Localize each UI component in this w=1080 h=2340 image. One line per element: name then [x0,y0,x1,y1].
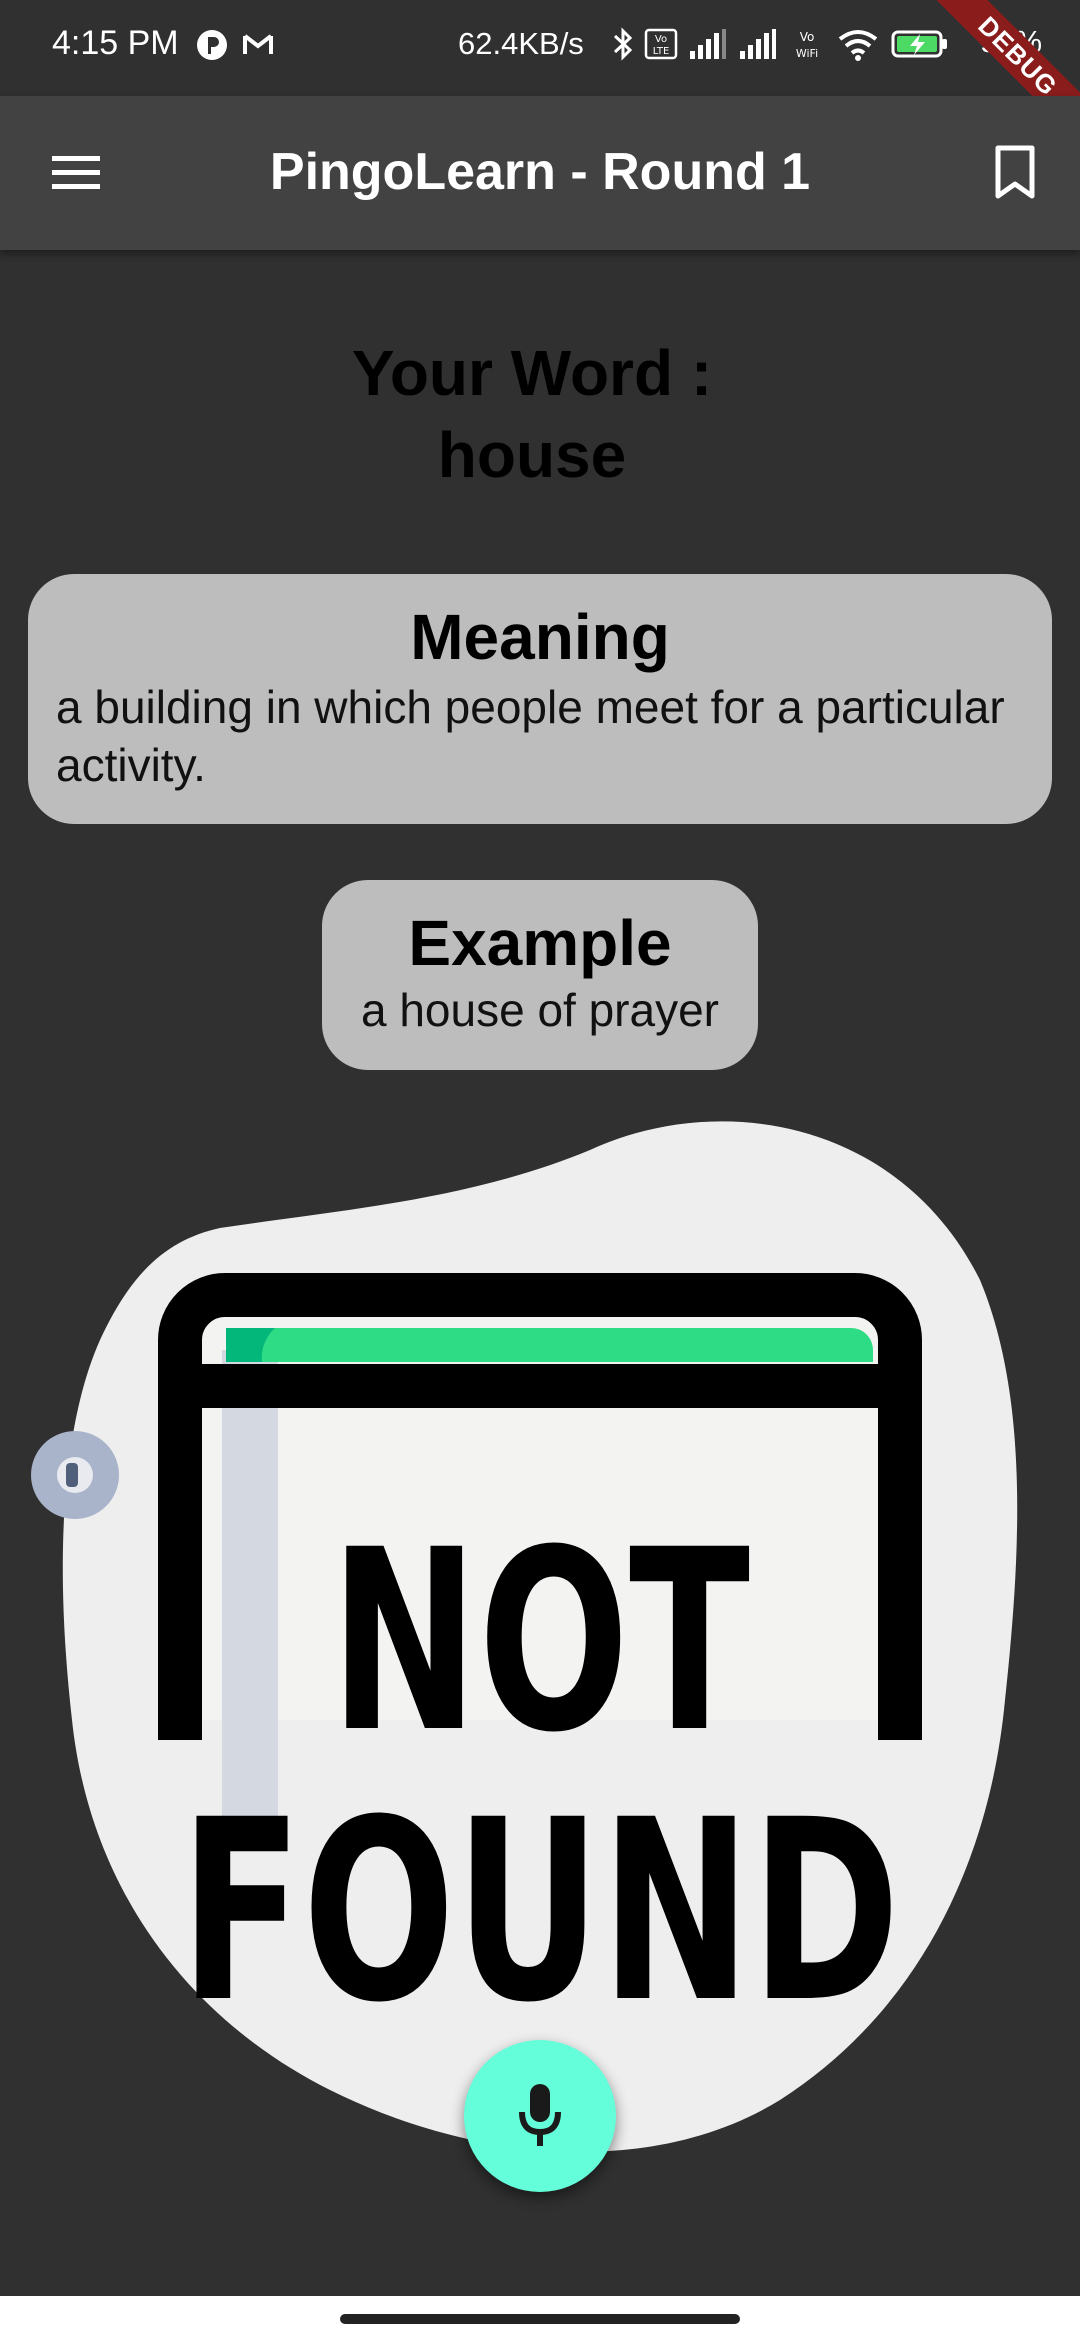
word-heading: Your Word : house [0,332,1064,496]
app-title: PingoLearn - Round 1 [269,143,811,201]
status-notification-icons [195,28,275,62]
home-indicator[interactable] [340,2314,740,2324]
example-title: Example [408,907,672,979]
not-found-line2: FOUND [180,1766,900,2057]
signal-icon [690,29,726,59]
wifi-icon [838,30,878,61]
app-bar: PingoLearn - Round 1 [0,96,1080,250]
not-found-illustration: NOT FOUND [62,1121,1018,2152]
status-time: 4:15 PM [52,24,179,62]
microphone-icon [519,2084,561,2146]
battery-charging-icon [891,30,947,58]
not-found-line1: NOT [330,1496,750,1787]
bluetooth-icon [613,27,633,61]
microphone-button[interactable] [464,2040,616,2192]
navigation-bar [0,2296,1080,2340]
svg-text:WiFi: WiFi [796,47,818,60]
vowifi-icon: Vo WiFi [796,30,818,60]
volte-icon: Vo LTE [644,28,678,60]
p-app-icon [197,30,227,60]
bookmark-button[interactable] [992,144,1038,202]
status-system-icons: Vo LTE Vo WiFi [612,26,950,62]
meaning-card: Meaning a building in which people meet … [28,574,1052,824]
status-bar: 4:15 PM 62.4KB/s Vo LTE Vo WiFi [0,0,1080,96]
signal-icon [740,29,776,59]
scroll-handle-icon [31,1431,119,1519]
word-label: Your Word : [351,337,713,409]
word-value: house [437,419,627,491]
meaning-title: Meaning [410,601,670,673]
svg-text:Vo: Vo [655,34,667,45]
example-text: a house of prayer [360,984,719,1036]
meaning-text: a building in which people meet for a pa… [56,681,1005,791]
svg-text:LTE: LTE [653,46,670,57]
bookmark-icon [995,145,1035,199]
gmail-icon [243,34,273,54]
example-card: Example a house of prayer [322,880,758,1070]
svg-text:Vo: Vo [800,30,815,44]
scroll-handle[interactable] [30,1430,120,1520]
network-speed: 62.4KB/s [458,26,584,61]
